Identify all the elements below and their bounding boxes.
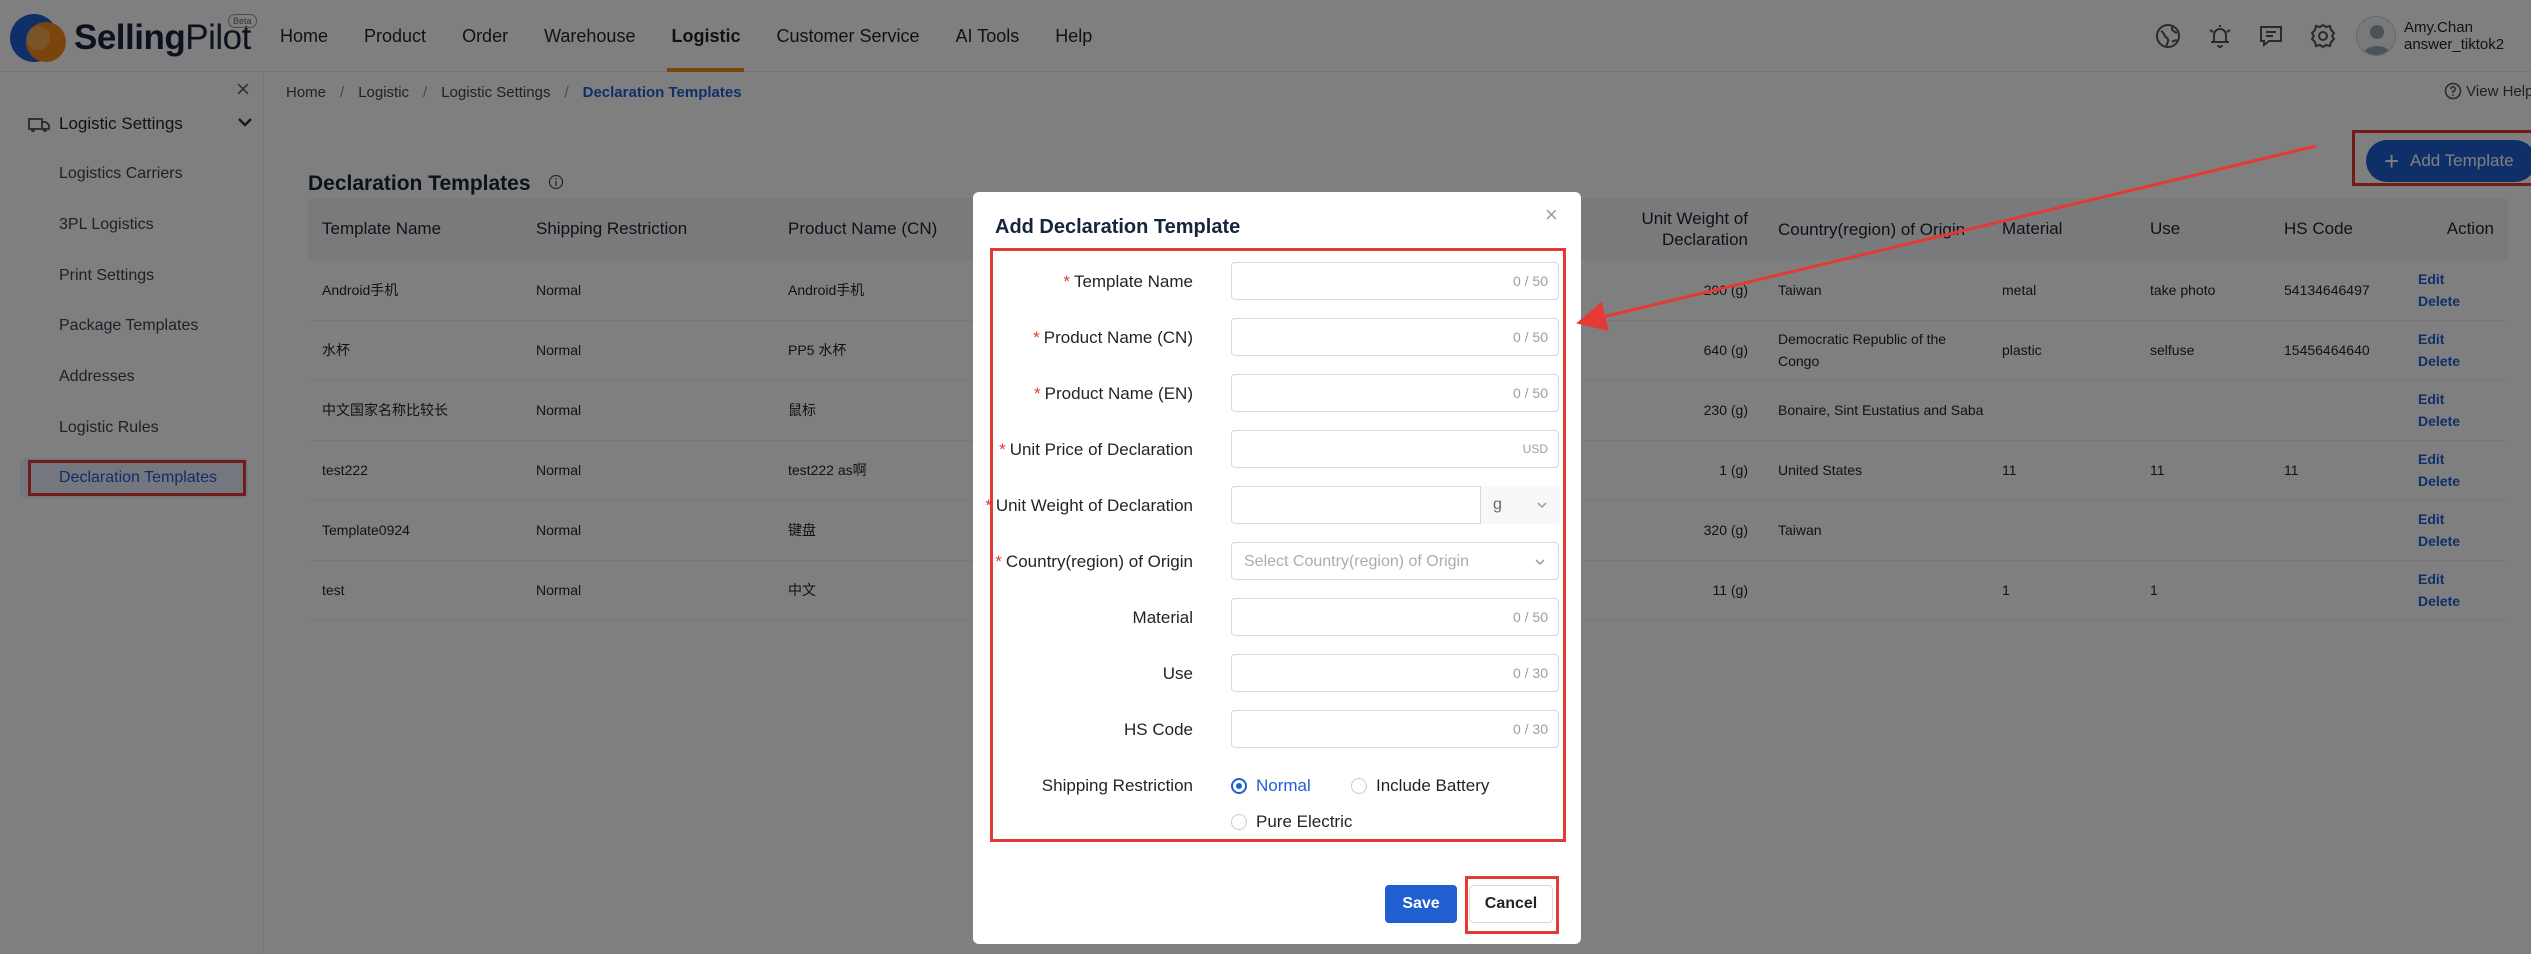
field-label: * Unit Price of Declaration <box>999 440 1193 459</box>
radio-label[interactable]: Include Battery <box>1376 776 1489 796</box>
currency-suffix: USD <box>1522 442 1548 456</box>
char-counter: 0 / 50 <box>1512 329 1548 345</box>
field-country-of-origin: * Country(region) of Origin Select Countr… <box>973 542 1581 582</box>
product-name-cn-input[interactable]: 0 / 50 <box>1231 318 1559 356</box>
annotation-highlight-box <box>1465 876 1559 934</box>
weight-unit-value: g <box>1493 496 1502 513</box>
field-label: * Template Name <box>1063 272 1193 291</box>
field-label: Material <box>1132 608 1193 627</box>
hs-code-input[interactable]: 0 / 30 <box>1231 710 1559 748</box>
weight-unit-select[interactable]: g <box>1480 486 1560 524</box>
field-use: Use 0 / 30 <box>973 654 1581 694</box>
use-input[interactable]: 0 / 30 <box>1231 654 1559 692</box>
field-hs-code: HS Code 0 / 30 <box>973 710 1581 750</box>
radio-normal[interactable] <box>1231 778 1247 794</box>
char-counter: 0 / 30 <box>1512 665 1548 681</box>
material-input[interactable]: 0 / 50 <box>1231 598 1559 636</box>
field-unit-weight: * Unit Weight of Declaration g <box>973 486 1581 526</box>
unit-weight-input[interactable]: g <box>1231 486 1560 524</box>
radio-include-battery[interactable] <box>1351 778 1367 794</box>
field-label: * Product Name (CN) <box>1033 328 1193 347</box>
field-label: * Unit Weight of Declaration <box>985 496 1193 515</box>
radio-pure-electric[interactable] <box>1231 814 1247 830</box>
field-label: Use <box>1162 664 1193 683</box>
radio-label[interactable]: Pure Electric <box>1256 812 1352 832</box>
field-label: Shipping Restriction <box>1041 776 1193 795</box>
char-counter: 0 / 30 <box>1512 721 1548 737</box>
close-icon[interactable]: × <box>1545 204 1558 226</box>
field-shipping-restriction: Shipping Restriction Normal Include Batt… <box>973 768 1581 838</box>
field-template-name: * Template Name 0 / 50 <box>973 262 1581 302</box>
char-counter: 0 / 50 <box>1512 609 1548 625</box>
chevron-down-icon <box>1537 502 1547 509</box>
dialog-title: Add Declaration Template <box>995 216 1241 238</box>
chevron-down-icon <box>1535 559 1545 566</box>
char-counter: 0 / 50 <box>1512 273 1548 289</box>
template-name-input[interactable]: 0 / 50 <box>1231 262 1559 300</box>
field-label: * Product Name (EN) <box>1034 384 1193 403</box>
field-unit-price: * Unit Price of Declaration USD <box>973 430 1581 470</box>
add-declaration-template-dialog: Add Declaration Template × * Template Nam… <box>973 192 1581 944</box>
select-placeholder: Select Country(region) of Origin <box>1244 553 1469 570</box>
country-of-origin-select[interactable]: Select Country(region) of Origin <box>1231 542 1559 580</box>
field-label: HS Code <box>1124 720 1193 739</box>
save-button[interactable]: Save <box>1385 885 1457 923</box>
field-product-name-en: * Product Name (EN) 0 / 50 <box>973 374 1581 414</box>
field-product-name-cn: * Product Name (CN) 0 / 50 <box>973 318 1581 358</box>
char-counter: 0 / 50 <box>1512 385 1548 401</box>
product-name-en-input[interactable]: 0 / 50 <box>1231 374 1559 412</box>
field-label: * Country(region) of Origin <box>995 552 1193 571</box>
radio-label[interactable]: Normal <box>1256 776 1311 796</box>
unit-price-input[interactable]: USD <box>1231 430 1559 468</box>
field-material: Material 0 / 50 <box>973 598 1581 638</box>
